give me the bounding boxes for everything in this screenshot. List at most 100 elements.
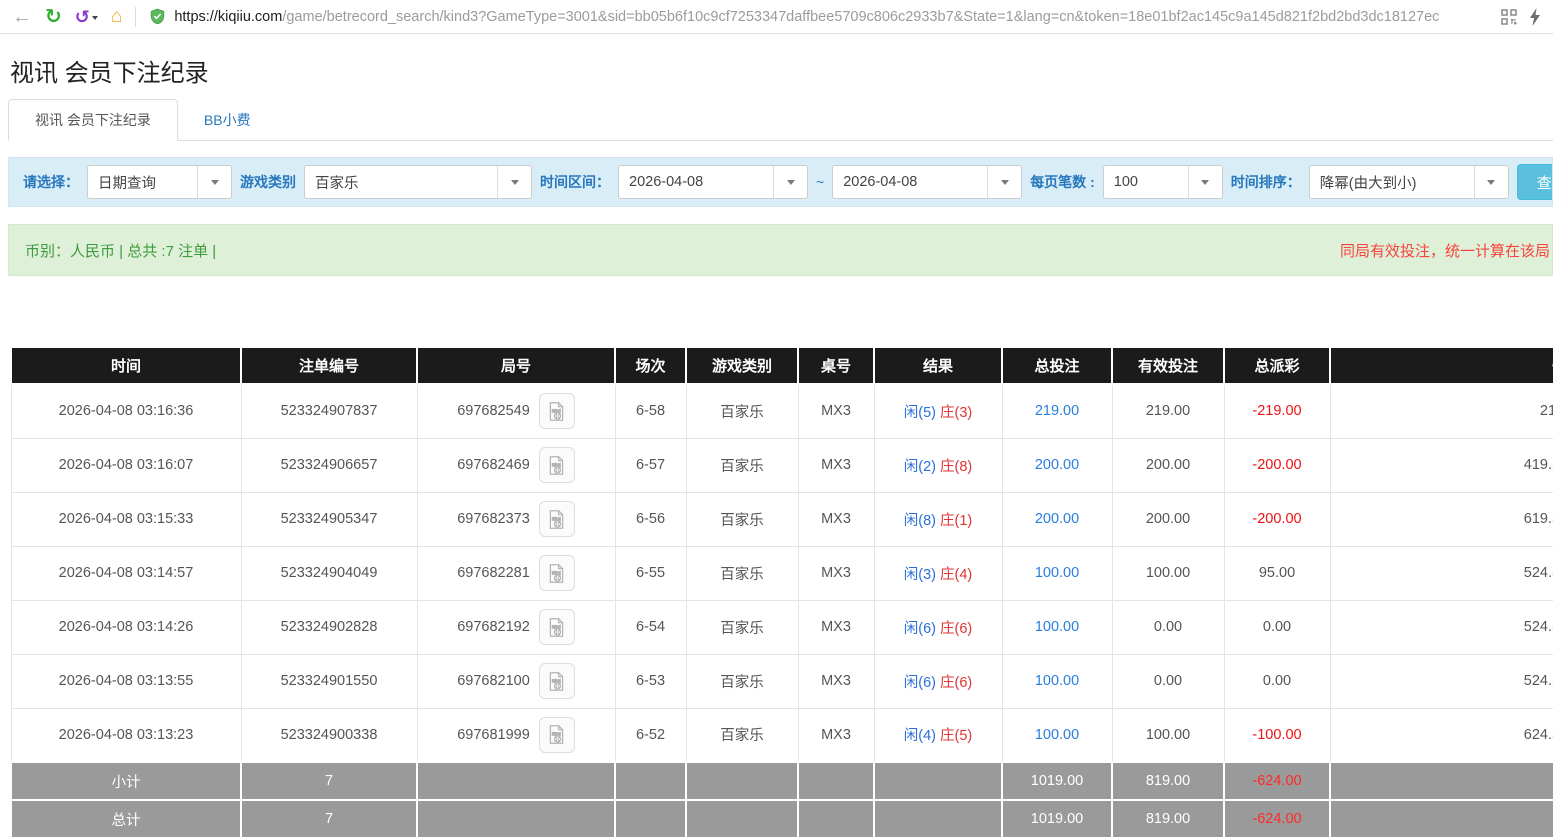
result-banker: 庄(6) bbox=[940, 675, 972, 691]
header-result: 结果 bbox=[874, 347, 1002, 384]
result-banker: 庄(6) bbox=[940, 621, 972, 637]
session-cell: 6-56 bbox=[615, 492, 686, 546]
round-id-text: 697682549 bbox=[457, 403, 530, 419]
payout-cell: 0.00 bbox=[1224, 654, 1330, 708]
session-cell: 6-53 bbox=[615, 654, 686, 708]
video-replay-button[interactable] bbox=[539, 447, 575, 483]
qr-code-icon[interactable] bbox=[1501, 9, 1517, 25]
result-banker: 庄(8) bbox=[940, 459, 972, 475]
video-file-icon bbox=[546, 455, 567, 476]
subtotal-empty-session bbox=[615, 762, 686, 800]
query-mode-select[interactable]: 日期查询 bbox=[87, 165, 232, 199]
video-replay-button[interactable] bbox=[539, 717, 575, 753]
game-type-dropdown-arrow[interactable] bbox=[497, 166, 531, 198]
reload-icon[interactable]: ↻ bbox=[45, 7, 62, 27]
undo-dropdown-caret-icon[interactable] bbox=[92, 16, 98, 20]
round-id-cell: 697682469 bbox=[417, 438, 615, 492]
video-replay-button[interactable] bbox=[539, 609, 575, 645]
sort-label: 时间排序： bbox=[1231, 172, 1301, 192]
bet-id-cell: 523324901550 bbox=[241, 654, 417, 708]
result-player: 闲(8) bbox=[904, 513, 936, 529]
remark-cell: 419.51/219.51 bbox=[1330, 438, 1553, 492]
undo-icon[interactable]: ↺ bbox=[75, 8, 90, 26]
table-row: 2026-04-08 03:15:33523324905347697682373… bbox=[11, 492, 1553, 546]
home-icon[interactable]: ⌂ bbox=[111, 7, 122, 26]
page-size-dropdown-arrow[interactable] bbox=[1188, 166, 1222, 198]
result-player: 闲(5) bbox=[904, 405, 936, 421]
valid-bet-cell: 0.00 bbox=[1112, 600, 1224, 654]
table-body: 2026-04-08 03:16:36523324907837 697682549… bbox=[11, 384, 1553, 762]
date-to-value[interactable]: 2026-04-08 bbox=[833, 166, 987, 198]
address-bar[interactable]: https://kiqiiu.com/game/betrecord_search… bbox=[149, 7, 1488, 26]
result-player: 闲(6) bbox=[904, 621, 936, 637]
date-to-input[interactable]: 2026-04-08 bbox=[832, 165, 1022, 199]
round-id-cell: 697682100 bbox=[417, 654, 615, 708]
header-round-id: 局号 bbox=[417, 347, 615, 384]
video-replay-button[interactable] bbox=[539, 393, 575, 429]
table-no-cell: MX3 bbox=[798, 384, 874, 438]
toolbar-right-icons bbox=[1501, 8, 1541, 26]
sort-select[interactable]: 降幂(由大到小) bbox=[1309, 165, 1509, 199]
date-from-value[interactable]: 2026-04-08 bbox=[619, 166, 773, 198]
total-bet-cell: 200.00 bbox=[1002, 438, 1112, 492]
total-empty-round bbox=[417, 800, 615, 838]
bet-id-cell: 523324907837 bbox=[241, 384, 417, 438]
round-id-cell: 697682373 bbox=[417, 492, 615, 546]
header-bet-id: 注单编号 bbox=[241, 347, 417, 384]
game-type-select[interactable]: 百家乐 bbox=[304, 165, 532, 199]
round-id-text: 697682373 bbox=[457, 511, 530, 527]
bet-records-table: 时间 注单编号 局号 场次 游戏类别 桌号 结果 总投注 有效投注 总派彩 备注… bbox=[10, 346, 1553, 839]
table-no-cell: MX3 bbox=[798, 546, 874, 600]
video-file-icon bbox=[546, 401, 567, 422]
game-type-value[interactable]: 百家乐 bbox=[305, 166, 497, 198]
date-to-dropdown-arrow[interactable] bbox=[987, 166, 1021, 198]
search-button[interactable]: 查询 bbox=[1517, 164, 1553, 200]
page-size-label: 每页笔数 : bbox=[1030, 172, 1095, 192]
chevron-down-icon bbox=[787, 180, 795, 185]
remark-cell: 524.51/524.51 bbox=[1330, 654, 1553, 708]
valid-bet-cell: 100.00 bbox=[1112, 708, 1224, 762]
game-type-cell: 百家乐 bbox=[686, 384, 798, 438]
subtotal-remark bbox=[1330, 762, 1553, 800]
page-size-value[interactable]: 100 bbox=[1104, 166, 1188, 198]
video-replay-button[interactable] bbox=[539, 663, 575, 699]
valid-bet-cell: 219.00 bbox=[1112, 384, 1224, 438]
video-replay-button[interactable] bbox=[539, 555, 575, 591]
result-player: 闲(6) bbox=[904, 675, 936, 691]
result-cell: 闲(5) 庄(3) bbox=[874, 384, 1002, 438]
date-from-input[interactable]: 2026-04-08 bbox=[618, 165, 808, 199]
url-origin[interactable]: https://kiqiiu.com bbox=[174, 9, 282, 25]
summary-bar: 币别：人民币 | 总共 :7 注单 | 同局有效投注，统一计算在该局 bbox=[8, 224, 1553, 276]
undo-control[interactable]: ↺ bbox=[75, 8, 98, 26]
tab-bb-tip[interactable]: BB小费 bbox=[178, 100, 277, 140]
remark-cell: 524.51/619.51 bbox=[1330, 546, 1553, 600]
sort-value[interactable]: 降幂(由大到小) bbox=[1310, 166, 1474, 198]
lightning-icon[interactable] bbox=[1529, 8, 1541, 26]
game-type-cell: 百家乐 bbox=[686, 600, 798, 654]
tab-bet-records[interactable]: 视讯 会员下注纪录 bbox=[8, 99, 178, 141]
video-file-icon bbox=[546, 509, 567, 530]
back-icon[interactable]: ← bbox=[12, 7, 32, 27]
round-id-cell: 697682281 bbox=[417, 546, 615, 600]
video-replay-button[interactable] bbox=[539, 501, 575, 537]
query-mode-dropdown-arrow[interactable] bbox=[197, 166, 231, 198]
query-mode-value[interactable]: 日期查询 bbox=[88, 166, 197, 198]
table-row: 2026-04-08 03:14:57523324904049697682281… bbox=[11, 546, 1553, 600]
sort-dropdown-arrow[interactable] bbox=[1474, 166, 1508, 198]
round-id-text: 697682100 bbox=[457, 673, 530, 689]
url-text[interactable]: https://kiqiiu.com/game/betrecord_search… bbox=[174, 9, 1439, 25]
session-cell: 6-54 bbox=[615, 600, 686, 654]
round-id-text: 697682192 bbox=[457, 619, 530, 635]
total-empty-table bbox=[798, 800, 874, 838]
time-cell: 2026-04-08 03:16:36 bbox=[11, 384, 241, 438]
game-type-cell: 百家乐 bbox=[686, 438, 798, 492]
result-player: 闲(3) bbox=[904, 567, 936, 583]
total-bet-cell: 100.00 bbox=[1002, 546, 1112, 600]
url-path[interactable]: /game/betrecord_search/kind3?GameType=30… bbox=[282, 9, 1439, 25]
total-bet-cell: 200.00 bbox=[1002, 492, 1112, 546]
result-banker: 庄(3) bbox=[940, 405, 972, 421]
result-cell: 闲(4) 庄(5) bbox=[874, 708, 1002, 762]
date-from-dropdown-arrow[interactable] bbox=[773, 166, 807, 198]
page-size-select[interactable]: 100 bbox=[1103, 165, 1223, 199]
round-id-cell: 697682192 bbox=[417, 600, 615, 654]
